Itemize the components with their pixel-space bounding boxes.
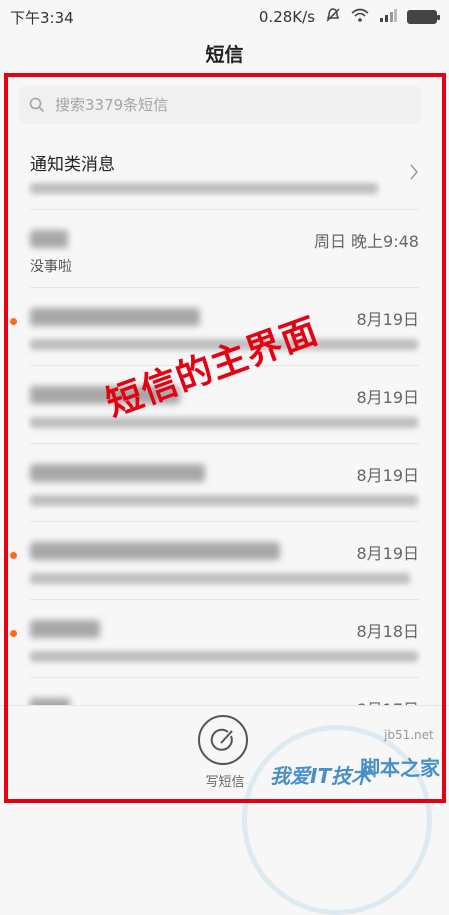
blurred-preview: [30, 183, 378, 194]
folder-title: 通知类消息: [30, 155, 115, 175]
message-preview: 没事啦: [30, 259, 72, 275]
mute-icon: [325, 7, 341, 27]
search-icon: [29, 97, 45, 113]
list-item[interactable]: 8月19日: [10, 522, 419, 600]
watermark-url: jb51.net: [384, 728, 434, 742]
wifi-icon: [351, 8, 369, 26]
blurred-sender: [30, 542, 280, 560]
compose-icon: [210, 728, 233, 751]
network-speed: 0.28K/s: [258, 8, 315, 26]
message-date: 周日 晚上9:48: [313, 232, 419, 251]
list-item-notifications[interactable]: 通知类消息: [30, 132, 419, 210]
chevron-right-icon: [410, 164, 418, 180]
search-bar[interactable]: [19, 86, 421, 124]
page-title: 短信: [205, 44, 244, 66]
blurred-preview: [30, 495, 418, 506]
blurred-preview: [30, 573, 410, 584]
message-date: 8月19日: [356, 544, 419, 563]
message-date: 8月19日: [356, 388, 419, 407]
watermark-text: 我爱IT技术: [270, 764, 372, 788]
list-item[interactable]: 周日 晚上9:48 没事啦: [30, 210, 419, 288]
unread-dot: [10, 552, 17, 559]
compose-label: 写短信: [205, 775, 245, 790]
compose-button[interactable]: [198, 715, 248, 765]
search-input[interactable]: [53, 95, 387, 115]
signal-icon: [379, 8, 397, 26]
list-item[interactable]: 8月18日: [10, 600, 419, 678]
list-item[interactable]: 8月19日: [30, 444, 419, 522]
status-time: 下午3:34: [10, 8, 74, 27]
unread-dot: [10, 630, 17, 637]
blurred-preview: [30, 417, 418, 428]
status-icons: 0.28K/s: [258, 7, 440, 27]
message-date: 8月19日: [356, 310, 419, 329]
blurred-sender: [30, 620, 100, 638]
status-bar: 下午3:34 0.28K/s: [0, 0, 449, 34]
blurred-sender: [30, 308, 200, 326]
blurred-sender: [30, 464, 205, 482]
message-date: 8月18日: [356, 622, 419, 641]
unread-dot: [10, 318, 17, 325]
watermark-site: 脚本之家: [360, 756, 440, 780]
battery-icon: [407, 10, 440, 24]
blurred-preview: [30, 651, 418, 662]
message-date: 8月19日: [356, 466, 419, 485]
blurred-sender: [30, 230, 68, 248]
conversation-list: 通知类消息 周日 晚上9:48 没事啦 8月19日 8月19日 8月19日 8月…: [0, 132, 449, 755]
